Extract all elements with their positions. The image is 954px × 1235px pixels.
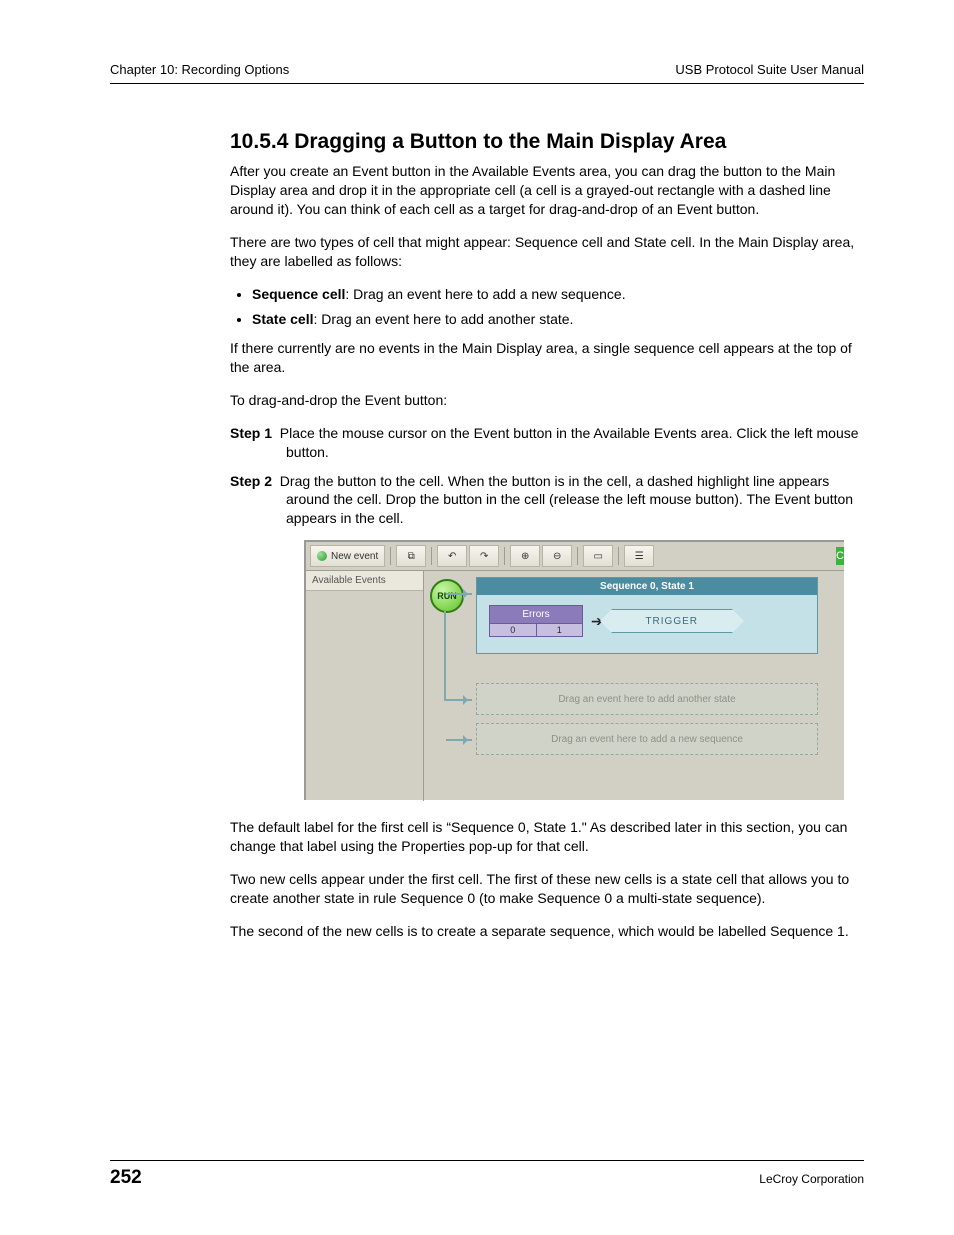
definition: : Drag an event here to add a new sequen… [345, 286, 625, 302]
section-title: 10.5.4 Dragging a Button to the Main Dis… [230, 130, 864, 154]
step-text: Place the mouse cursor on the Event butt… [280, 425, 859, 460]
header-left: Chapter 10: Recording Options [110, 62, 289, 77]
errors-label: Errors [490, 606, 582, 623]
connector-line [444, 611, 446, 701]
paragraph: After you create an Event button in the … [230, 162, 864, 219]
new-event-icon [317, 551, 327, 561]
canvas[interactable]: RUN Sequence 0, State 1 Errors 0 1 [424, 571, 844, 801]
step: Step 1 Place the mouse cursor on the Eve… [230, 424, 864, 462]
arrow-icon [446, 593, 472, 595]
toolbar: New event ⧉ ↶ ↷ ⊕ ⊖ ▭ ☰ C [306, 542, 844, 571]
arrow-icon [446, 699, 472, 701]
paragraph: Two new cells appear under the first cel… [230, 870, 864, 908]
separator [577, 547, 578, 565]
term: State cell [252, 311, 313, 327]
paragraph: The second of the new cells is to create… [230, 922, 864, 941]
errors-event[interactable]: Errors 0 1 [489, 605, 583, 637]
available-events-header: Available Events [306, 571, 423, 591]
step-text: Drag the button to the cell. When the bu… [280, 473, 853, 527]
properties-icon[interactable]: ☰ [624, 545, 654, 567]
paragraph: There are two types of cell that might a… [230, 233, 864, 271]
term: Sequence cell [252, 286, 345, 302]
sequence-header: Sequence 0, State 1 [477, 578, 817, 595]
page-number: 252 [110, 1167, 142, 1189]
redo-icon[interactable]: ↷ [469, 545, 499, 567]
separator [390, 547, 391, 565]
ui-body: Available Events RUN Sequence 0, State 1… [306, 571, 844, 801]
available-events-panel: Available Events [306, 571, 424, 801]
state-drop-cell[interactable]: Drag an event here to add another state [476, 683, 818, 715]
sequence-drop-cell[interactable]: Drag an event here to add a new sequence [476, 723, 818, 755]
step-label: Step 1 [230, 425, 272, 441]
content: 10.5.4 Dragging a Button to the Main Dis… [230, 130, 864, 941]
zoom-out-icon[interactable]: ⊖ [542, 545, 572, 567]
corporation: LeCroy Corporation [759, 1172, 864, 1186]
trigger-action[interactable]: TRIGGER [611, 609, 733, 633]
new-event-label: New event [331, 551, 378, 562]
page: Chapter 10: Recording Options USB Protoc… [0, 0, 954, 1235]
paragraph: To drag-and-drop the Event button: [230, 391, 864, 410]
fit-icon[interactable]: ▭ [583, 545, 613, 567]
list-item: State cell: Drag an event here to add an… [252, 309, 864, 329]
separator [504, 547, 505, 565]
copy-icon[interactable]: ⧉ [396, 545, 426, 567]
sequence-cell[interactable]: Sequence 0, State 1 Errors 0 1 ➔ TRIGGER [476, 577, 818, 654]
paragraph: If there currently are no events in the … [230, 339, 864, 377]
sequence-body: Errors 0 1 ➔ TRIGGER [477, 595, 817, 653]
run-badge[interactable]: RUN [430, 579, 464, 613]
header-right: USB Protocol Suite User Manual [675, 62, 864, 77]
counter-value: 1 [537, 624, 583, 636]
errors-counter: 0 1 [490, 623, 582, 636]
zoom-in-icon[interactable]: ⊕ [510, 545, 540, 567]
definition: : Drag an event here to add another stat… [313, 311, 573, 327]
paragraph: The default label for the first cell is … [230, 818, 864, 856]
separator [431, 547, 432, 565]
page-header: Chapter 10: Recording Options USB Protoc… [110, 62, 864, 84]
separator [618, 547, 619, 565]
embedded-ui-figure: New event ⧉ ↶ ↷ ⊕ ⊖ ▭ ☰ C Available Even… [304, 540, 844, 800]
step-label: Step 2 [230, 473, 272, 489]
undo-icon[interactable]: ↶ [437, 545, 467, 567]
counter-value: 0 [490, 624, 537, 636]
step: Step 2 Drag the button to the cell. When… [230, 472, 864, 529]
new-event-button[interactable]: New event [310, 545, 385, 567]
arrow-icon [446, 739, 472, 741]
bullet-list: Sequence cell: Drag an event here to add… [230, 284, 864, 329]
list-item: Sequence cell: Drag an event here to add… [252, 284, 864, 304]
side-tab[interactable]: C [836, 547, 844, 565]
page-footer: 252 LeCroy Corporation [110, 1160, 864, 1189]
